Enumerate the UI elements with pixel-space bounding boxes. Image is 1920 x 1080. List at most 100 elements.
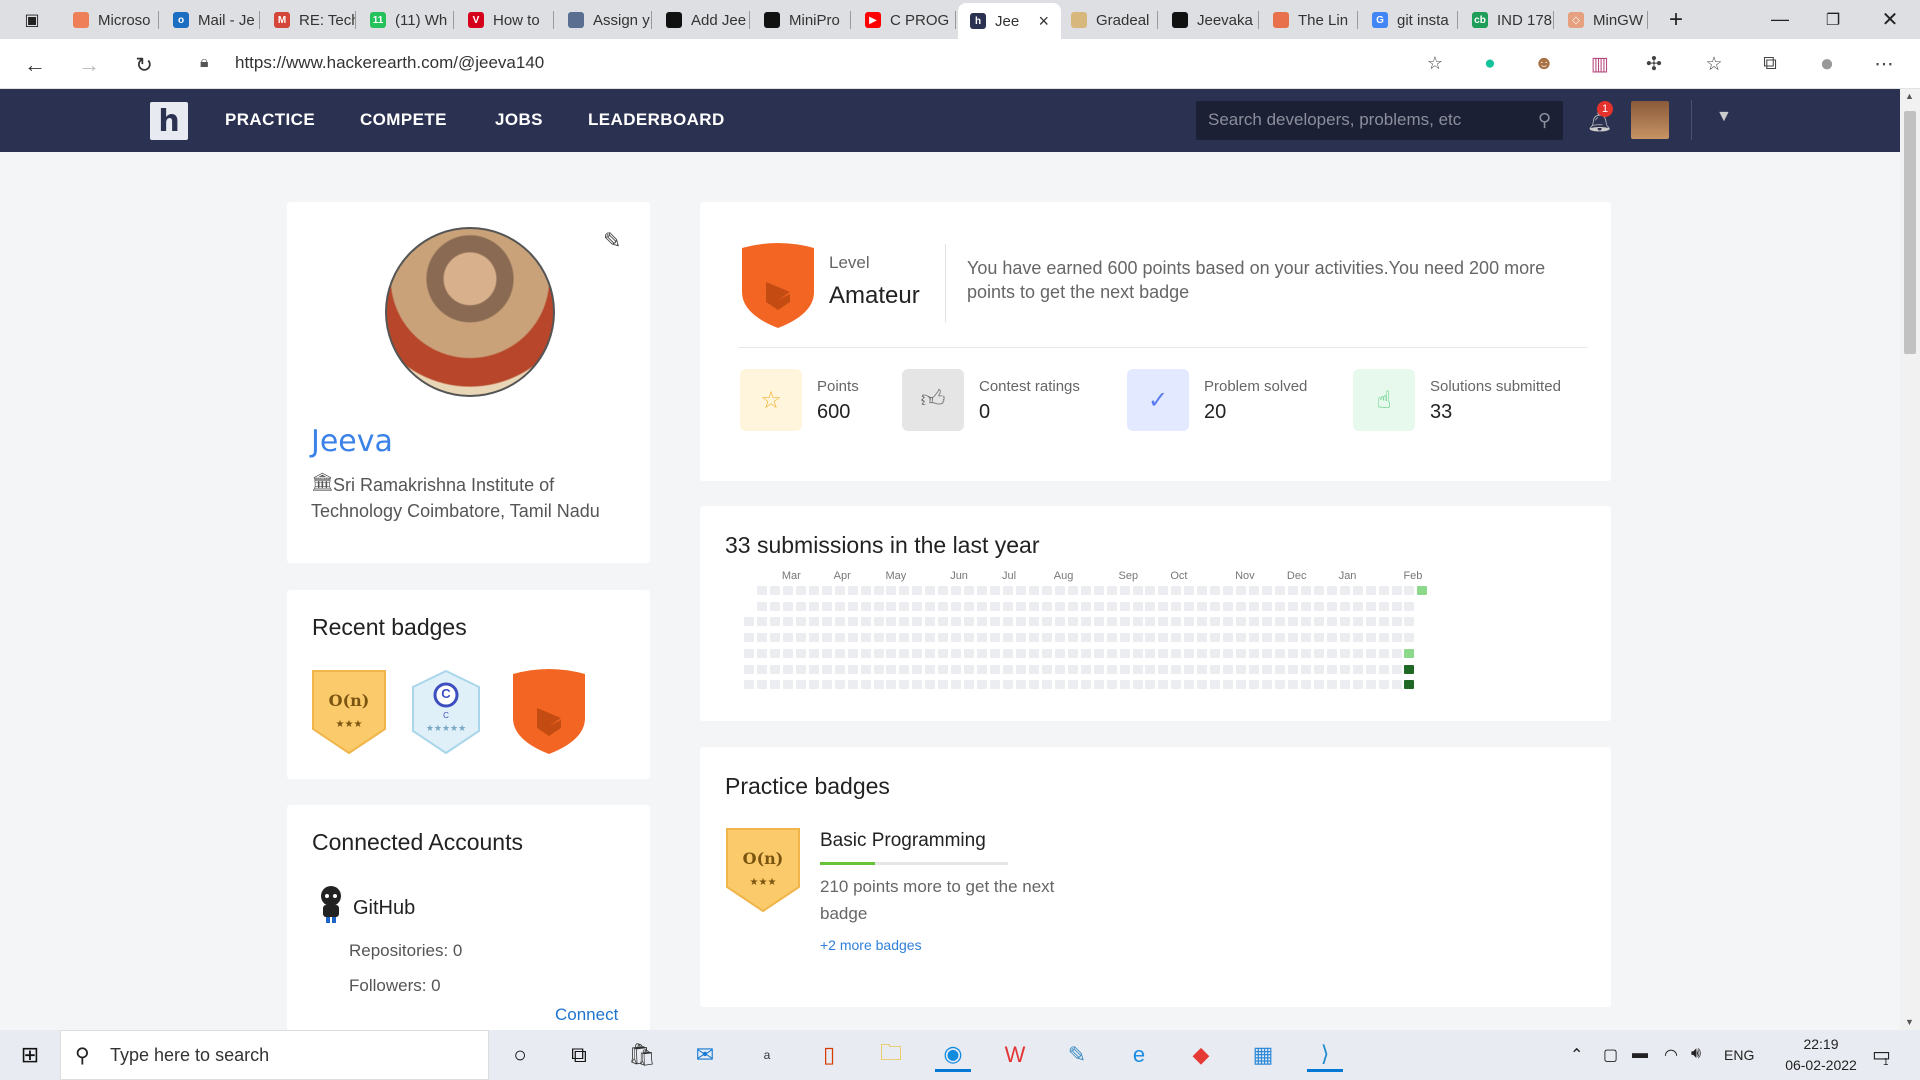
heatmap-cell[interactable] [1171,601,1182,611]
heatmap-cell[interactable] [951,617,962,627]
heatmap-cell[interactable] [1028,586,1039,595]
browser-tab[interactable]: Add Jee [654,4,750,36]
more-badges-link[interactable]: +2 more badges [820,937,922,953]
heatmap-cell[interactable] [1287,648,1298,658]
heatmap-cell[interactable] [1080,617,1091,627]
heatmap-cell[interactable] [1132,586,1143,595]
heatmap-cell[interactable] [938,633,949,643]
heatmap-cell[interactable] [821,601,832,611]
heatmap-cell[interactable] [756,633,767,643]
heatmap-cell[interactable] [1028,664,1039,674]
file-explorer-icon[interactable]: 🗀︎ [873,1038,909,1072]
browser-tab[interactable]: M RE: Tech [262,4,356,36]
heatmap-cell[interactable] [1210,648,1221,658]
heatmap-cell[interactable] [1119,633,1130,643]
heatmap-cell[interactable] [1378,601,1389,611]
heatmap-cell[interactable] [1054,648,1065,658]
heatmap-cell[interactable] [938,680,949,690]
heatmap-cell[interactable] [1339,586,1350,595]
heatmap-cell[interactable] [1171,633,1182,643]
heatmap-cell[interactable] [938,617,949,627]
heatmap-cell[interactable] [1106,648,1117,658]
heatmap-cell[interactable] [1262,633,1272,643]
heatmap-cell[interactable] [873,680,884,690]
heatmap-cell[interactable] [808,601,819,611]
heatmap-cell[interactable] [925,601,936,611]
heatmap-cell[interactable] [925,617,936,627]
edit-profile-pencil-icon[interactable]: ✎ [603,228,621,254]
nav-leaderboard[interactable]: LEADERBOARD [588,110,725,130]
heatmap-cell[interactable] [925,680,936,690]
heatmap-cell[interactable] [769,680,780,690]
heatmap-cell[interactable] [795,586,806,595]
heatmap-cell[interactable] [1003,586,1013,595]
heatmap-cell[interactable] [1080,586,1091,595]
heatmap-cell[interactable] [860,633,871,643]
heatmap-cell[interactable] [821,648,832,658]
heatmap-cell[interactable] [834,664,845,674]
heatmap-cell[interactable] [1171,586,1182,595]
heatmap-cell[interactable] [990,680,1001,690]
heatmap-cell[interactable] [964,601,975,611]
heatmap-cell[interactable] [1158,680,1169,690]
heatmap-cell[interactable] [912,648,923,658]
heatmap-cell[interactable] [795,617,806,627]
heatmap-cell[interactable] [1028,617,1039,627]
heatmap-cell[interactable] [1080,680,1091,690]
heatmap-cell[interactable] [899,617,910,627]
heatmap-cell[interactable] [1352,680,1363,690]
heatmap-cell[interactable] [951,601,962,611]
heatmap-cell[interactable] [1339,664,1350,674]
heatmap-cell[interactable] [782,648,793,658]
heatmap-cell[interactable] [1145,633,1156,643]
back-button[interactable]: ← [18,48,52,82]
user-menu-caret-icon[interactable]: ▼ [1716,108,1732,126]
clock-date[interactable]: 06-02-2022 [1776,1057,1866,1073]
heatmap-cell[interactable] [1093,586,1104,595]
heatmap-cell[interactable] [1184,617,1195,627]
heatmap-cell[interactable] [808,648,819,658]
heatmap-cell[interactable] [1339,601,1350,611]
heatmap-cell[interactable] [1210,601,1221,611]
heatmap-cell[interactable] [1080,648,1091,658]
heatmap-cell[interactable] [821,617,832,627]
heatmap-cell[interactable] [886,586,897,595]
volume-icon[interactable]: 🔊︎ [1691,1045,1701,1063]
heatmap-cell[interactable] [1300,633,1311,643]
page-scrollbar[interactable]: ▲ ▼ [1900,89,1920,1030]
heatmap-cell[interactable] [1145,586,1156,595]
heatmap-cell[interactable] [1197,586,1208,595]
heatmap-cell[interactable] [1106,633,1117,643]
heatmap-cell[interactable] [782,586,793,595]
heatmap-cell[interactable] [1132,680,1143,690]
browser-tab[interactable]: Assign y [556,4,652,36]
heatmap-cell[interactable] [1249,648,1260,658]
browser-tab[interactable]: ◇ MinGW [1556,4,1648,36]
heatmap-cell[interactable] [899,648,910,658]
heatmap-cell[interactable] [1378,648,1389,658]
heatmap-cell[interactable] [1041,633,1052,643]
heatmap-cell[interactable] [990,601,1001,611]
heatmap-cell[interactable] [1249,586,1260,595]
heatmap-cell[interactable] [1365,648,1376,658]
heatmap-cell[interactable] [1339,617,1350,627]
browser-tab[interactable]: Jeevaka [1160,4,1259,36]
heatmap-cell[interactable] [1158,617,1169,627]
heatmap-cell[interactable] [1080,664,1091,674]
heatmap-cell[interactable] [1119,617,1130,627]
extension-chart-icon[interactable]: ▥ [1586,50,1614,78]
heatmap-cell[interactable] [1054,680,1065,690]
heatmap-cell[interactable] [1313,601,1324,611]
heatmap-cell[interactable] [886,680,897,690]
battery-icon[interactable]: ▬ [1632,1045,1648,1063]
heatmap-cell[interactable] [860,680,871,690]
heatmap-cell[interactable] [1132,601,1143,611]
heatmap-cell[interactable] [1313,633,1324,643]
edge-icon[interactable]: ◉ [935,1038,971,1072]
grammarly-icon[interactable]: ● [1476,50,1504,78]
heatmap-cell[interactable] [1119,586,1130,595]
heatmap-cell[interactable] [1210,633,1221,643]
heatmap-cell[interactable] [1145,680,1156,690]
heatmap-cell[interactable] [1287,680,1298,690]
heatmap-cell[interactable] [912,664,923,674]
